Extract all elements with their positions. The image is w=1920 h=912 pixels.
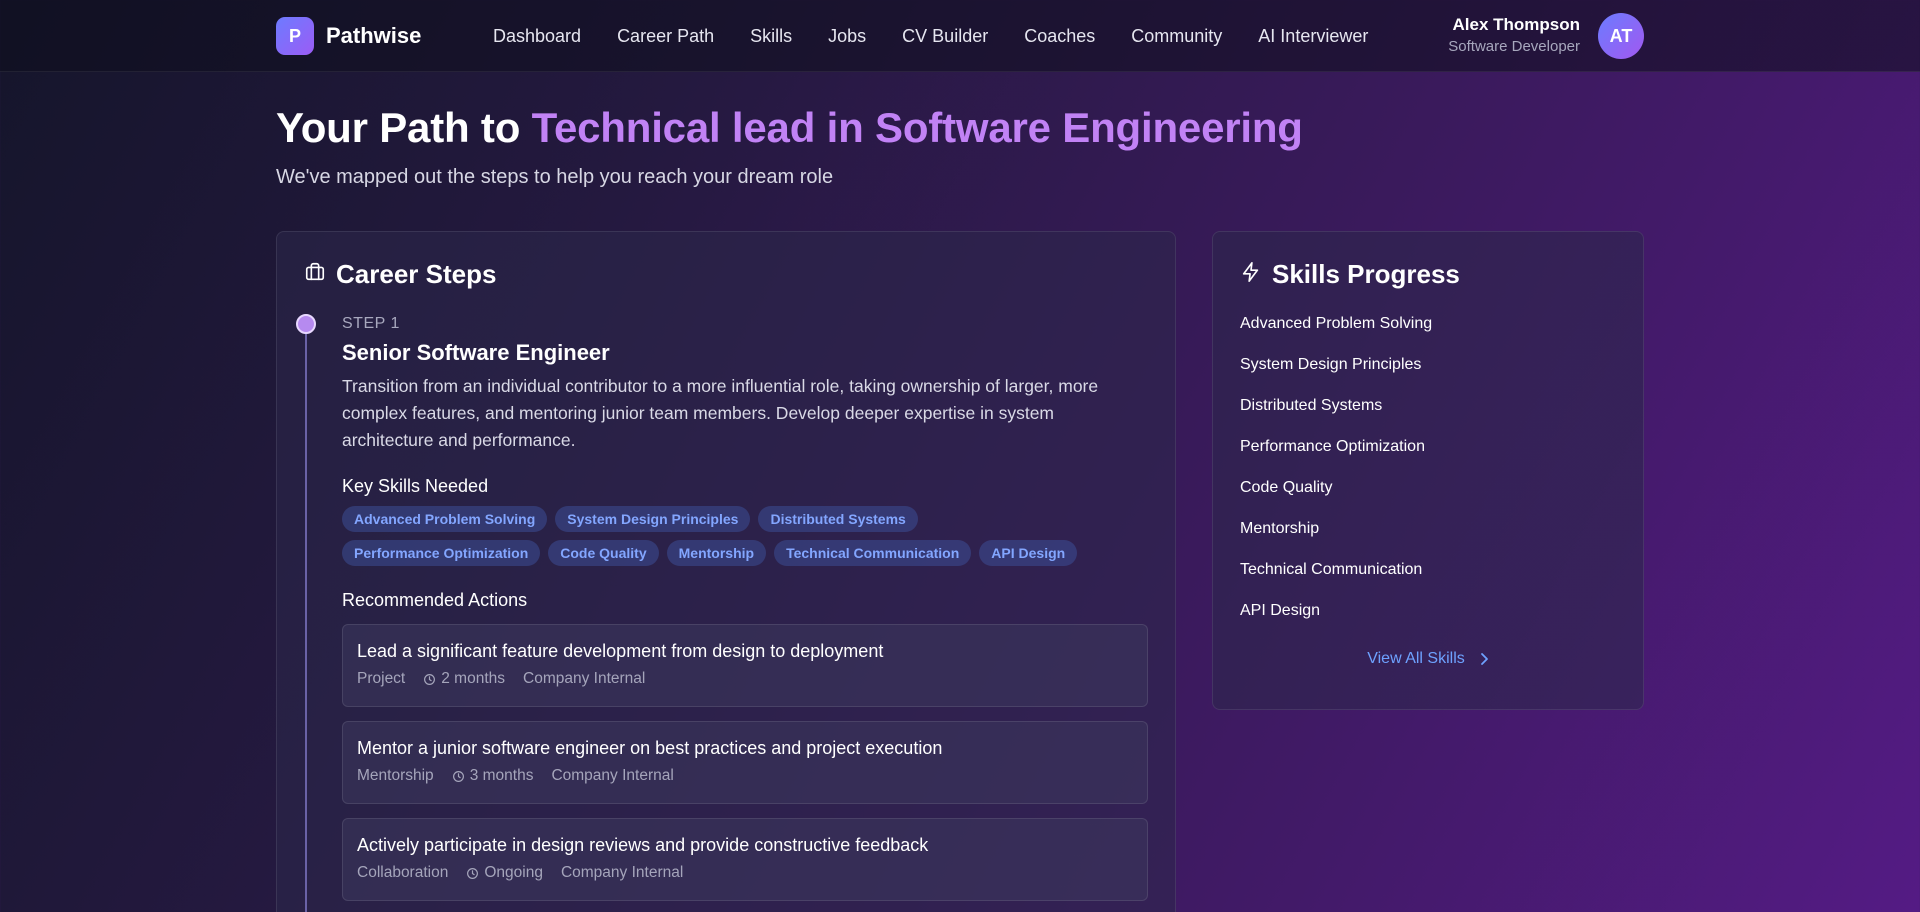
skill-item: Advanced Problem Solving: [1240, 315, 1433, 332]
action-title: Actively participate in design reviews a…: [357, 835, 929, 855]
page-subtitle: We've mapped out the steps to help you r…: [276, 166, 834, 188]
clock-icon: [452, 770, 464, 782]
nav-item-ai-interviewer[interactable]: AI Interviewer: [1258, 26, 1368, 47]
action-title: Lead a significant feature development f…: [357, 641, 884, 661]
step-label: STEP 1: [342, 315, 400, 332]
step-description: Transition from an individual contributo…: [342, 376, 1099, 450]
clock-icon: [424, 673, 436, 685]
logo[interactable]: P Pathwise: [276, 17, 421, 55]
career-step: STEP 1 Senior Software Engineer Transiti…: [342, 314, 1148, 901]
action-type: Mentorship: [357, 767, 434, 784]
skill-tag[interactable]: Performance Optimization: [342, 540, 541, 566]
nav-item-coaches[interactable]: Coaches: [1024, 26, 1095, 47]
action-title: Mentor a junior software engineer on bes…: [357, 738, 943, 758]
action-card[interactable]: Mentor a junior software engineer on bes…: [342, 721, 1148, 804]
skill-item: Performance Optimization: [1240, 438, 1425, 455]
timeline-step-marker: [296, 314, 316, 334]
skills-list: Advanced Problem Solving System Design P…: [1240, 314, 1432, 642]
skill-tag[interactable]: Code Quality: [548, 540, 659, 566]
user-role: Software Developer: [1448, 38, 1580, 55]
skills-progress-panel: Skills Progress Advanced Problem Solving…: [1212, 231, 1644, 710]
nav-item-skills[interactable]: Skills: [750, 26, 792, 47]
action-card[interactable]: Lead a significant feature development f…: [342, 624, 1148, 707]
skill-tag[interactable]: Technical Communication: [774, 540, 972, 566]
app-name: Pathwise: [326, 23, 422, 48]
view-all-skills-link[interactable]: View All Skills: [1213, 650, 1643, 668]
logo-icon: P: [276, 17, 314, 55]
clock-icon: [467, 867, 479, 879]
nav-item-dashboard[interactable]: Dashboard: [493, 26, 581, 47]
page-title: Your Path to Technical lead in Software …: [276, 104, 1303, 152]
action-meta: Mentorship 3 months Company Internal: [357, 766, 1133, 786]
action-duration-text: Ongoing: [484, 864, 543, 881]
skill-tag[interactable]: Distributed Systems: [758, 506, 918, 532]
action-provider: Company Internal: [551, 767, 674, 784]
user-name: Alex Thompson: [1452, 15, 1580, 34]
skill-item: Technical Communication: [1240, 561, 1423, 578]
skills-progress-header: Skills Progress: [1240, 259, 1460, 290]
avatar[interactable]: AT: [1598, 13, 1644, 59]
action-duration-text: 2 months: [441, 670, 506, 687]
action-provider: Company Internal: [523, 670, 646, 687]
action-provider: Company Internal: [560, 864, 684, 881]
user-info: Alex Thompson Software Developer: [1448, 14, 1580, 58]
nav-item-community[interactable]: Community: [1131, 26, 1222, 47]
page-title-accent: Technical lead in Software Engineering: [531, 104, 1303, 151]
key-skills-label: Key Skills Needed: [342, 476, 489, 496]
user-menu[interactable]: Alex Thompson Software Developer AT: [1448, 12, 1644, 60]
skill-item: Mentorship: [1240, 520, 1320, 537]
action-duration: 3 months: [452, 766, 534, 786]
top-navigation-bar: P Pathwise Dashboard Career Path Skills …: [0, 0, 1920, 72]
lightning-icon: [1240, 261, 1272, 288]
page-title-prefix: Your Path to: [276, 104, 532, 151]
action-meta: Project 2 months Company Internal: [357, 669, 1133, 689]
skill-item: Distributed Systems: [1240, 397, 1383, 414]
main-nav: Dashboard Career Path Skills Jobs CV Bui…: [493, 0, 1368, 72]
skill-item: Code Quality: [1240, 479, 1333, 496]
action-meta: Collaboration Ongoing Company Internal: [357, 863, 1133, 883]
nav-item-jobs[interactable]: Jobs: [828, 26, 866, 47]
career-steps-title: Career Steps: [336, 259, 497, 289]
skills-progress-title: Skills Progress: [1272, 259, 1460, 289]
nav-item-cv-builder[interactable]: CV Builder: [902, 26, 988, 47]
chevron-right-icon: [1480, 653, 1488, 665]
briefcase-icon: [304, 261, 336, 288]
action-duration: Ongoing: [466, 863, 543, 883]
skill-tag[interactable]: API Design: [979, 540, 1078, 566]
skill-item: API Design: [1240, 602, 1321, 619]
timeline-line: [305, 324, 307, 912]
step-title: Senior Software Engineer: [342, 340, 610, 365]
action-type: Collaboration: [357, 864, 449, 881]
action-card[interactable]: Actively participate in design reviews a…: [342, 818, 1148, 901]
action-duration-text: 3 months: [469, 767, 534, 784]
career-steps-panel: Career Steps STEP 1 Senior Software Engi…: [276, 231, 1176, 912]
skill-tag[interactable]: Mentorship: [666, 540, 767, 566]
skill-item: System Design Principles: [1240, 356, 1422, 373]
recommended-actions-label: Recommended Actions: [342, 590, 528, 610]
action-duration: 2 months: [423, 669, 505, 689]
recommended-actions-list: Lead a significant feature development f…: [342, 624, 1148, 901]
skill-tag[interactable]: System Design Principles: [555, 506, 751, 532]
action-type: Project: [357, 670, 406, 687]
nav-item-career-path[interactable]: Career Path: [617, 26, 714, 47]
view-all-skills-label: View All Skills: [1367, 650, 1465, 667]
skill-tag[interactable]: Advanced Problem Solving: [342, 506, 548, 532]
career-steps-header: Career Steps: [304, 259, 496, 290]
skill-tags: Advanced Problem Solving System Design P…: [342, 506, 1132, 574]
